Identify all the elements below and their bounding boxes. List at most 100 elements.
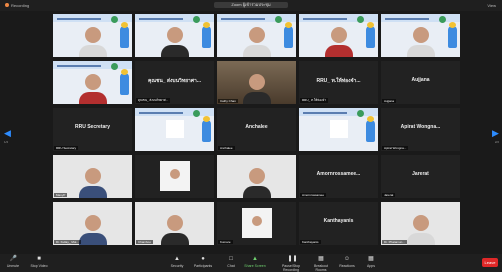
meeting-toolbar: 🎤 Unmute ■ Stop Video ▲ Security ● Participa… (0, 254, 502, 272)
participant-tile[interactable]: Dr. Kullay_ Mot... (53, 202, 132, 245)
slide-title-line (221, 18, 265, 20)
participant-name-tag: Dr. Kullay_ Mot... (54, 240, 81, 244)
chat-icon: □ (229, 256, 233, 262)
record-button[interactable]: ❚❚ Pause/Stop Recording (276, 256, 306, 272)
participant-face (412, 215, 429, 231)
participant-body (160, 233, 189, 245)
logo-icon (275, 16, 282, 23)
participant-tile[interactable]: Anchalee Anchalee (217, 108, 296, 151)
mascot-icon (366, 116, 375, 142)
participant-name-tag: RRU_ ท.ให้ท่องจำ (300, 98, 328, 103)
participant-tile[interactable] (217, 155, 296, 198)
participant-face (248, 27, 265, 43)
participant-tile[interactable]: Chamboo (135, 202, 214, 245)
mascot-icon (202, 116, 211, 142)
video-button[interactable]: ■ Stop Video (28, 256, 50, 268)
participant-face (330, 27, 347, 43)
participant-name-display: RRU Secretary (74, 124, 111, 130)
participant-face (251, 216, 262, 226)
participant-tile[interactable] (53, 14, 132, 57)
participant-body (78, 92, 107, 104)
participant-name-tag: RRU Secretary (54, 146, 79, 150)
security-button[interactable]: ▲ Security (166, 256, 188, 268)
participant-tile[interactable]: RRU_ ท.ให้ท่องจำ... RRU_ ท.ให้ท่องจำ (299, 61, 378, 104)
participant-name-tag: คุณชน_ ส่งบนวิทยาศ... (136, 98, 171, 103)
share-screen-button[interactable]: ▲ Share Screen (244, 256, 266, 268)
slide-title-line (139, 112, 183, 114)
participant-tile[interactable]: Kanthayanis Kanthayanis (299, 202, 378, 245)
participant-tile[interactable] (217, 14, 296, 57)
mute-button[interactable]: 🎤 Unmute (2, 256, 24, 268)
participant-name-tag: ManyP (54, 193, 68, 197)
participant-face (169, 169, 180, 179)
smiley-icon: ☺ (343, 256, 351, 262)
apps-button[interactable]: ▦ Apps (360, 256, 382, 268)
participant-face (84, 168, 101, 184)
participant-name-tag: Cathy Chan (218, 99, 238, 103)
next-page-arrow-icon[interactable]: ▶ (492, 128, 499, 138)
title-bar: Recording Zoom ผู้เข้าร่วมประชุม View (0, 0, 502, 11)
meeting-title: Zoom ผู้เข้าร่วมประชุม (214, 2, 288, 8)
participant-face (84, 27, 101, 43)
mascot-icon (120, 22, 129, 48)
gallery-grid: คุณชน_ ส่งบนวิทยาศา... คุณชน_ ส่งบนวิทยาศ… (53, 14, 460, 246)
participant-tile[interactable]: Apirat Wongna... Apirat Wongna... (381, 108, 460, 151)
participant-tile[interactable]: Cathy Chan (217, 61, 296, 104)
participant-tile[interactable] (53, 61, 132, 104)
participant-tile[interactable]: Aujjana Aujjana (381, 61, 460, 104)
participant-name-display: คุณชน_ ส่งบนวิทยาศา... (147, 78, 202, 84)
participant-name-tag: Kumare (218, 240, 233, 244)
participant-tile[interactable] (135, 108, 214, 151)
logo-icon (111, 63, 118, 70)
previous-page-arrow-icon[interactable]: ◀ (4, 128, 11, 138)
mascot-icon (366, 22, 375, 48)
leave-button[interactable]: Leave (482, 258, 498, 267)
participant-name-display: Amornrossamee... (316, 171, 361, 177)
participants-button[interactable]: ● Participants (192, 256, 214, 268)
mascot-icon (202, 22, 211, 48)
logo-icon (357, 110, 364, 117)
participant-name-tag: Dr. Phatamun... (382, 240, 407, 244)
participant-body (160, 45, 189, 57)
participant-tile[interactable]: Kumare (217, 202, 296, 245)
logo-icon (193, 16, 200, 23)
participant-name-display: Jarerat (412, 171, 429, 177)
participant-body (78, 186, 107, 198)
grid-icon: ▦ (318, 256, 324, 262)
participant-tile[interactable] (299, 14, 378, 57)
mascot-icon (448, 22, 457, 48)
participant-tile[interactable]: Dr. Phatamun... (381, 202, 460, 245)
participant-name-display: Anchalee (245, 124, 268, 130)
participant-name-display: Aujjana (411, 77, 430, 83)
participant-tile[interactable]: Jarerat Jarerat (381, 155, 460, 198)
slide-title-line (57, 65, 101, 67)
participant-tile[interactable]: คุณชน_ ส่งบนวิทยาศา... คุณชน_ ส่งบนวิทยาศ… (135, 61, 214, 104)
participant-tile[interactable] (299, 108, 378, 151)
participant-tile[interactable]: Amornrossamee... Amornrossamee (299, 155, 378, 198)
participant-name-tag: Jarerat (382, 193, 396, 197)
participant-name-tag: Chamboo (136, 240, 154, 244)
view-button[interactable]: View (487, 3, 496, 8)
recording-indicator[interactable]: Recording (5, 3, 29, 8)
slide-title-line (57, 18, 101, 20)
participant-face (248, 74, 265, 90)
participant-tile[interactable] (381, 14, 460, 57)
apps-icon: ▦ (368, 256, 374, 262)
slide-title-line (303, 112, 347, 114)
participant-name-display: RRU_ ท.ให้ท่องจำ... (316, 78, 361, 84)
participant-tile[interactable] (135, 155, 214, 198)
camera-icon: ■ (37, 256, 41, 262)
participant-tile[interactable] (135, 14, 214, 57)
shield-icon: ▲ (174, 256, 180, 262)
participant-tile[interactable]: ManyP (53, 155, 132, 198)
reactions-button[interactable]: ☺ Reactions (336, 256, 358, 268)
record-dot-icon (5, 3, 9, 7)
microphone-icon: 🎤 (9, 256, 17, 262)
chat-button[interactable]: □ Chat (220, 256, 242, 268)
mascot-icon (284, 22, 293, 48)
breakout-rooms-button[interactable]: ▦ Breakout Rooms (310, 256, 332, 272)
logo-icon (111, 16, 118, 23)
participant-body (406, 233, 435, 245)
participant-tile[interactable]: RRU Secretary RRU Secretary (53, 108, 132, 151)
participant-body (78, 45, 107, 57)
